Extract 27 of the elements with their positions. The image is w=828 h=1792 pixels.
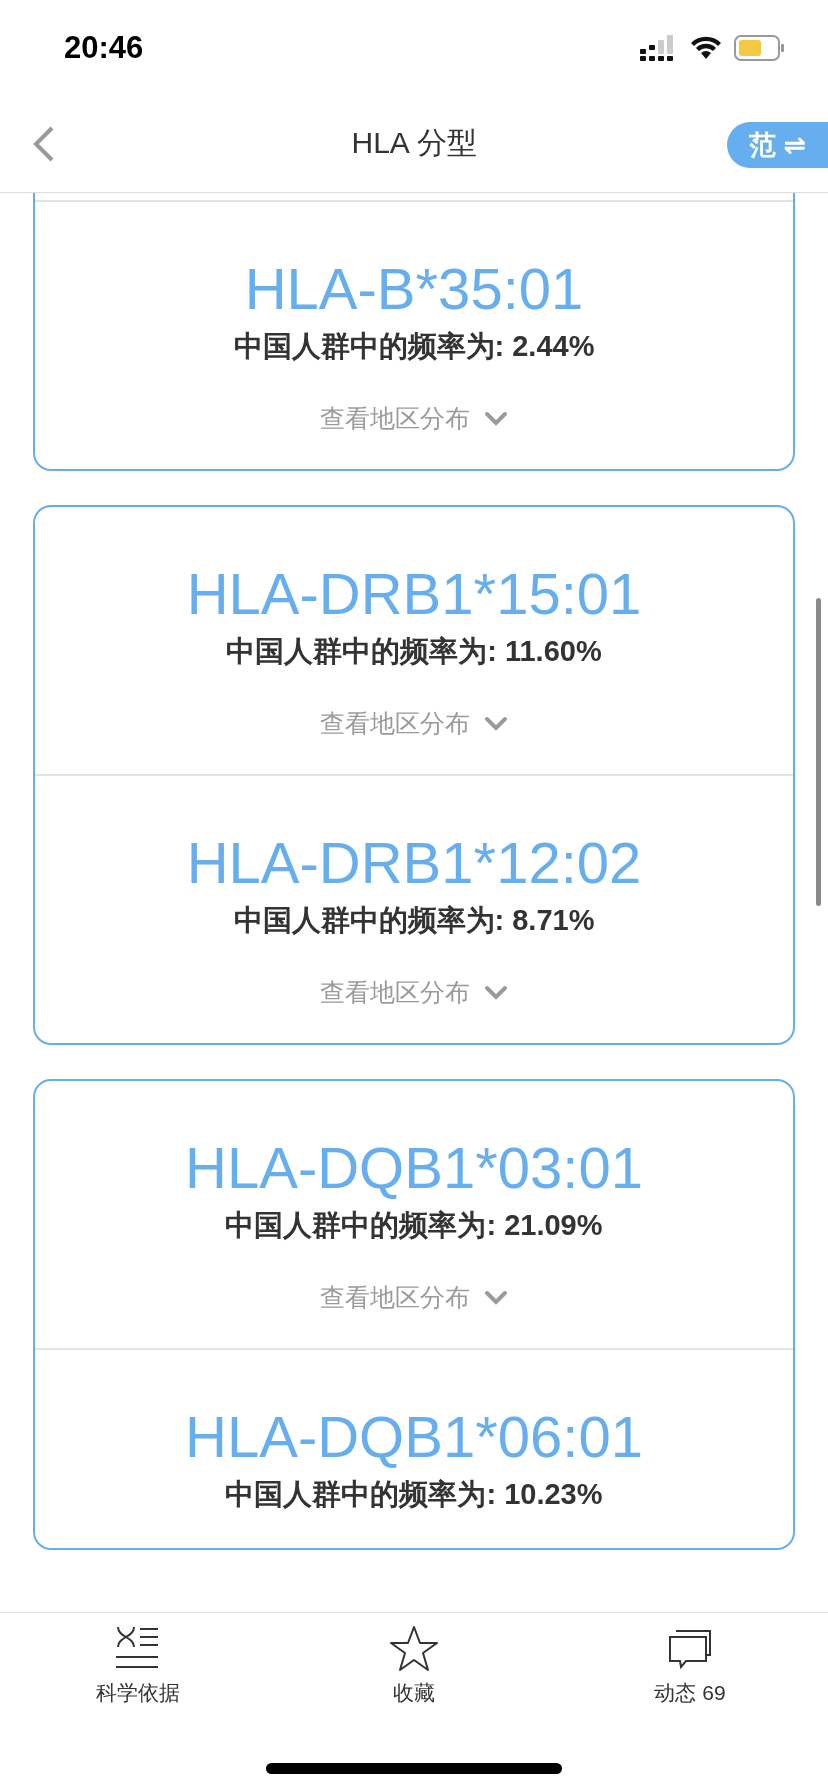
tab-item[interactable]: 科学依据 — [0, 1625, 276, 1707]
star-icon — [389, 1625, 439, 1673]
frequency-text: 中国人群中的频率为: 8.71% — [233, 903, 595, 938]
switch-button[interactable]: 范 ⇌ — [727, 122, 828, 168]
allele-name: HLA-DRB1*12:02 — [186, 829, 642, 897]
frequency-text: 中国人群中的频率为: 11.60% — [226, 634, 602, 669]
allele-name: HLA-B*35:01 — [244, 255, 584, 323]
frequency-text: 中国人群中的频率为: 2.44% — [233, 329, 595, 364]
wifi-icon — [690, 35, 722, 60]
frequency-text: 中国人群中的频率为: 21.09% — [225, 1208, 603, 1243]
chevron-down-icon — [484, 715, 508, 732]
chevron-down-icon — [484, 1289, 508, 1306]
chevron-down-icon — [484, 410, 508, 427]
page-title: HLA 分型 — [351, 125, 477, 161]
region-distribution-link[interactable]: 查看地区分布 — [320, 402, 508, 435]
region-distribution-link[interactable]: 查看地区分布 — [320, 1281, 508, 1314]
chevron-down-icon — [484, 984, 508, 1001]
allele-name: HLA-DQB1*06:01 — [185, 1403, 643, 1471]
tab-item[interactable]: 收藏 — [276, 1625, 552, 1707]
allele-name: HLA-DQB1*03:01 — [185, 1134, 643, 1202]
frequency-text: 中国人群中的频率为: 10.23% — [225, 1477, 603, 1512]
status-time: 20:46 — [64, 29, 144, 66]
battery-icon — [734, 34, 784, 61]
allele-name: HLA-DRB1*15:01 — [186, 560, 642, 628]
region-distribution-link[interactable]: 查看地区分布 — [320, 707, 508, 740]
region-distribution-link[interactable]: 查看地区分布 — [320, 976, 508, 1009]
tab-item[interactable]: 动态 69 — [552, 1625, 828, 1707]
